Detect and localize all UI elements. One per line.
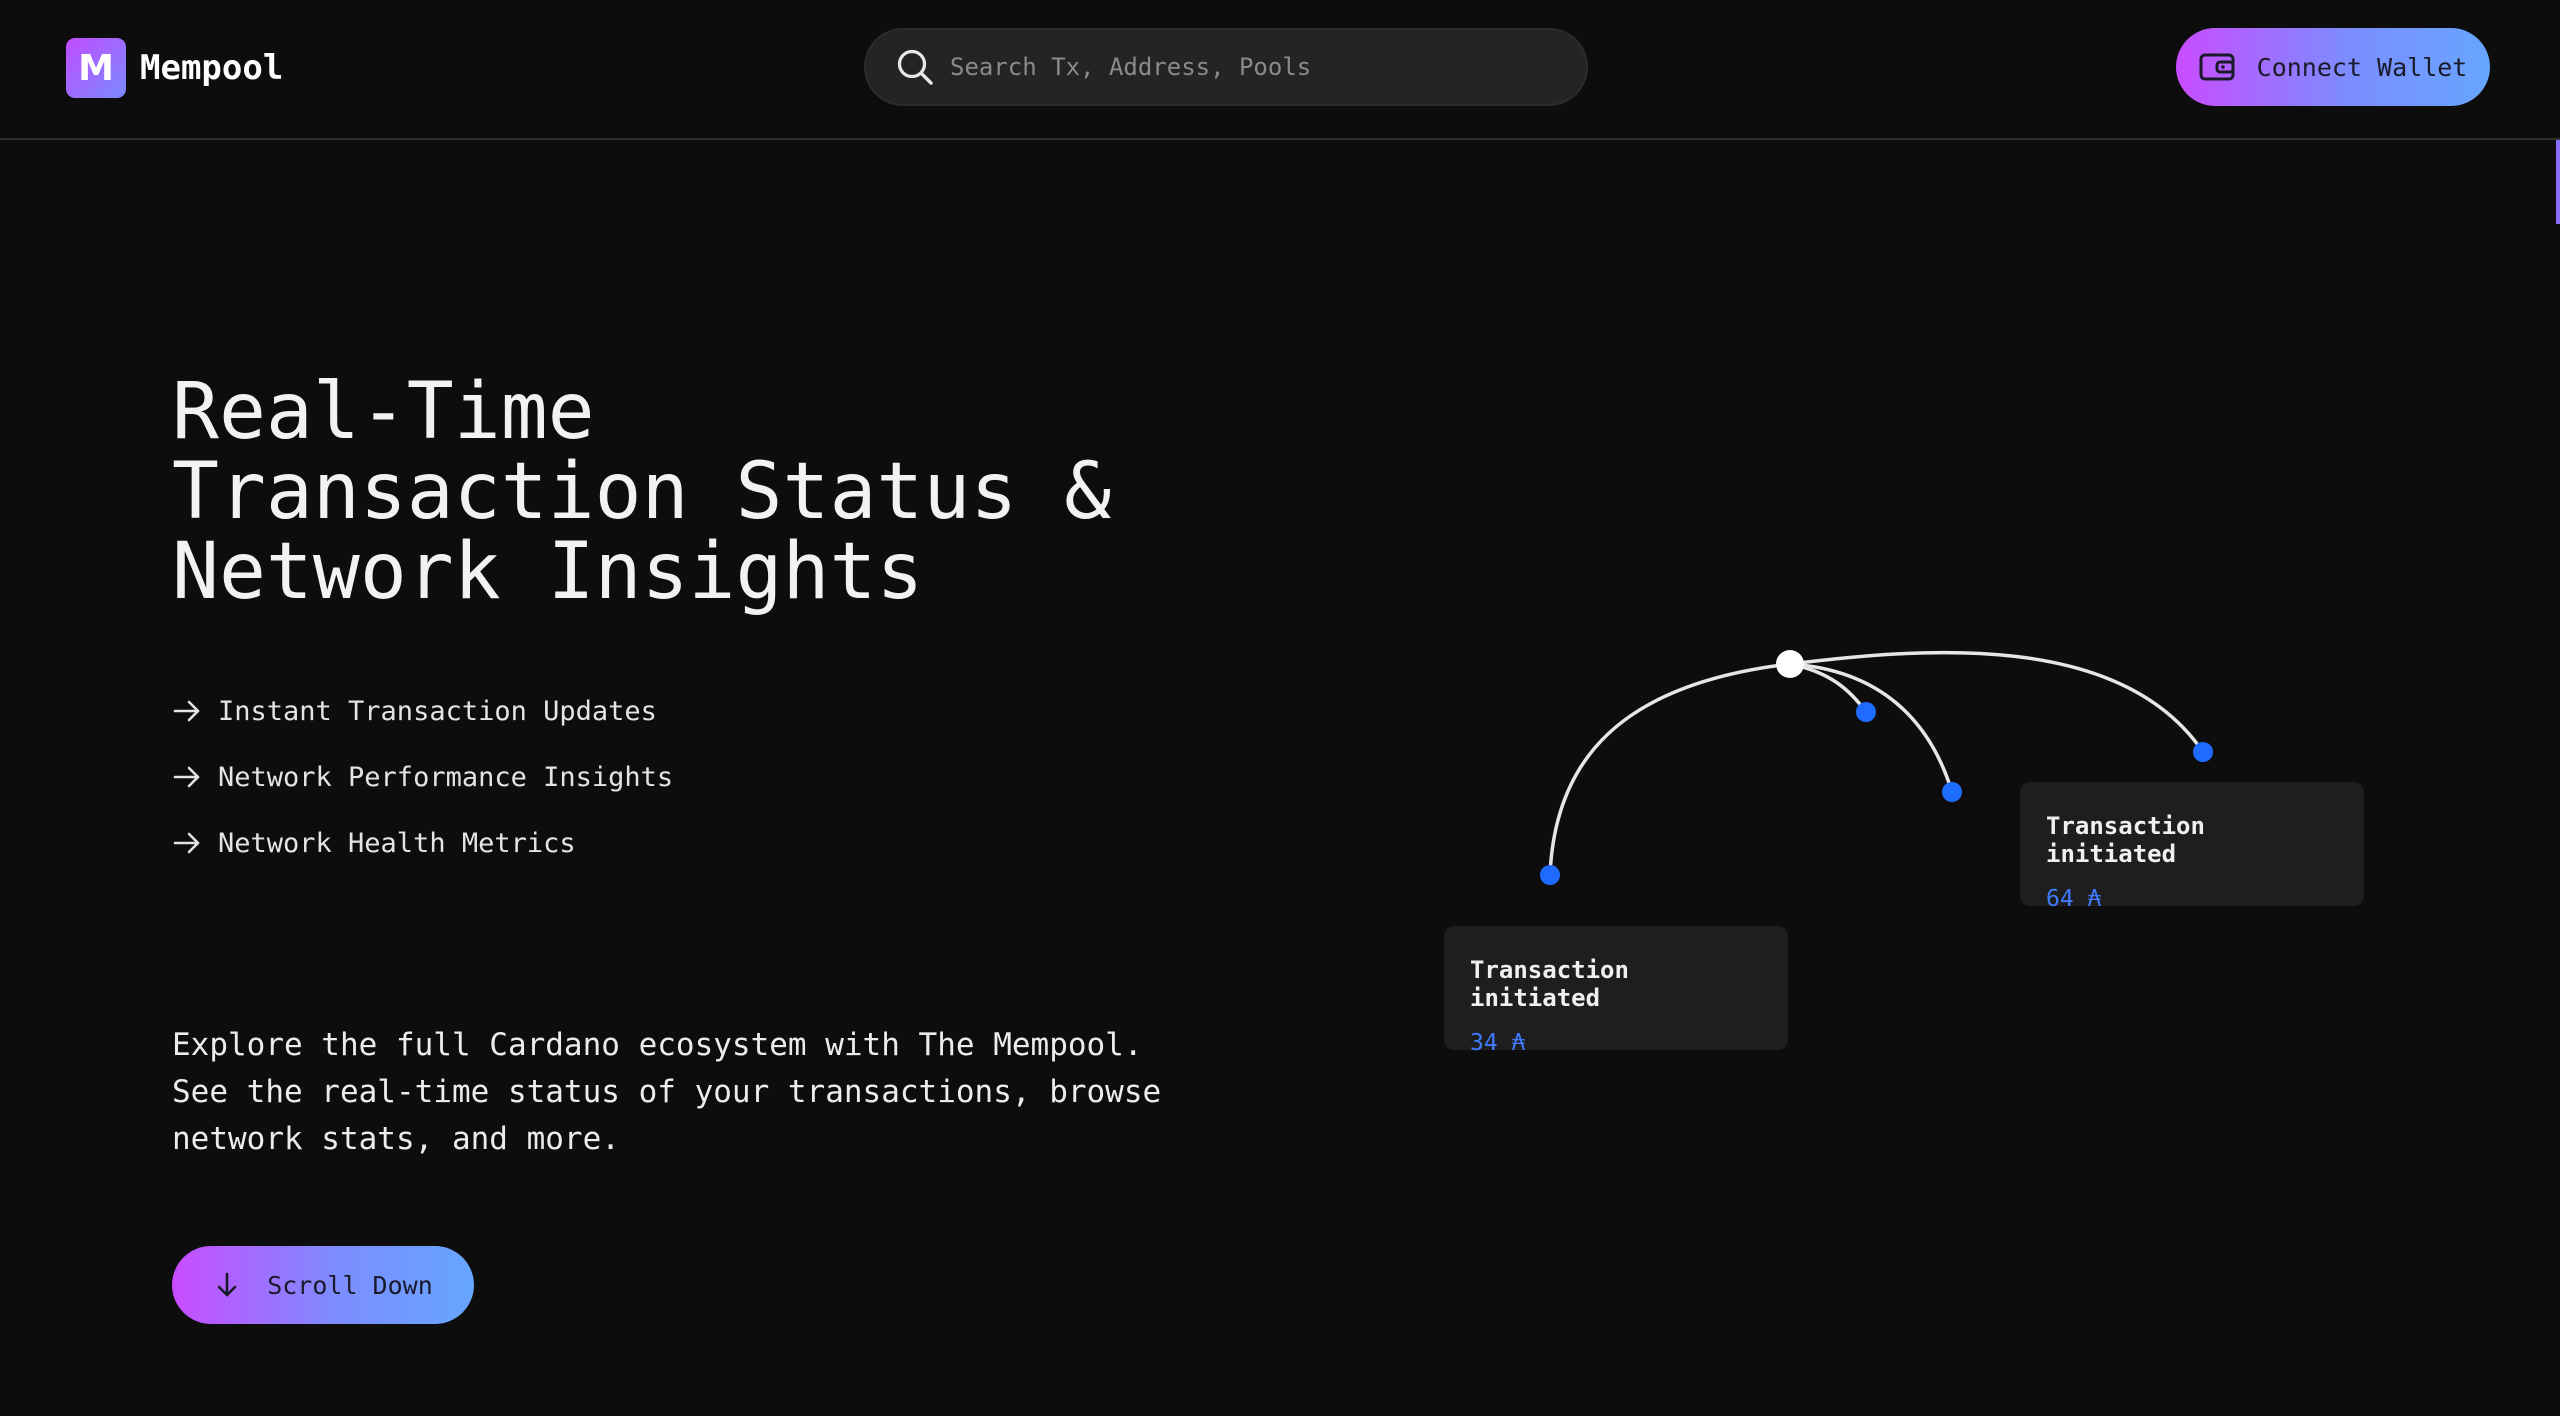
transaction-card-title: Transaction initiated	[1470, 956, 1629, 1012]
feature-label: Network Performance Insights	[218, 761, 674, 793]
connect-wallet-label: Connect Wallet	[2256, 52, 2468, 82]
feature-item: Network Performance Insights	[172, 744, 673, 810]
hero-title: Real-Time Transaction Status & Network I…	[172, 372, 1222, 612]
connection-line	[1789, 662, 1954, 793]
hero-description: Explore the full Cardano ecosystem with …	[172, 1027, 1162, 1157]
connection-line	[1789, 650, 2205, 753]
search-bar[interactable]	[864, 28, 1588, 106]
scroll-down-label: Scroll Down	[267, 1270, 433, 1300]
feature-item: Instant Transaction Updates	[172, 678, 673, 744]
page: M Mempool Connect Wallet Real-Time Trans…	[0, 0, 2560, 1416]
arrow-right-icon	[173, 700, 200, 722]
transaction-card-title: Transaction initiated	[2046, 812, 2205, 868]
scrollbar-thumb[interactable]	[2556, 140, 2560, 224]
hub-node	[1776, 650, 1804, 678]
feature-item: Network Health Metrics	[172, 810, 673, 876]
wallet-icon	[2199, 53, 2235, 81]
hero-title-line: Transaction Status &	[172, 447, 1112, 537]
transaction-diagram: Transaction initiated 34 ₳ Transaction i…	[1400, 600, 2460, 1100]
transaction-node	[2193, 742, 2213, 762]
transaction-node	[1540, 865, 1560, 885]
search-input[interactable]	[948, 36, 1586, 98]
app-name: Mempool	[140, 48, 284, 88]
transaction-card-amount: 64 ₳	[2046, 886, 2102, 912]
search-icon	[897, 49, 933, 85]
connection-line	[1548, 662, 1791, 876]
logo-mark: M	[66, 38, 126, 98]
transaction-card: Transaction initiated 64 ₳	[2020, 782, 2364, 912]
hero-title-line: Real-Time	[172, 367, 595, 457]
feature-label: Instant Transaction Updates	[218, 695, 657, 727]
hero-title-line: Network Insights	[172, 527, 924, 617]
transaction-node	[1942, 782, 1962, 802]
transaction-card: Transaction initiated 34 ₳	[1444, 926, 1788, 1056]
top-nav: M Mempool Connect Wallet	[0, 0, 2560, 140]
scroll-down-button[interactable]: Scroll Down	[172, 1246, 474, 1324]
arrow-right-icon	[173, 832, 200, 854]
feature-label: Network Health Metrics	[218, 827, 576, 859]
logo[interactable]: M Mempool	[66, 38, 283, 98]
transaction-card-amount: 34 ₳	[1470, 1030, 1526, 1056]
connect-wallet-button[interactable]: Connect Wallet	[2176, 28, 2490, 106]
feature-list: Instant Transaction Updates Network Perf…	[172, 678, 673, 876]
transaction-node	[1856, 702, 1876, 722]
arrow-right-icon	[173, 766, 200, 788]
arrow-down-icon	[217, 1272, 237, 1297]
